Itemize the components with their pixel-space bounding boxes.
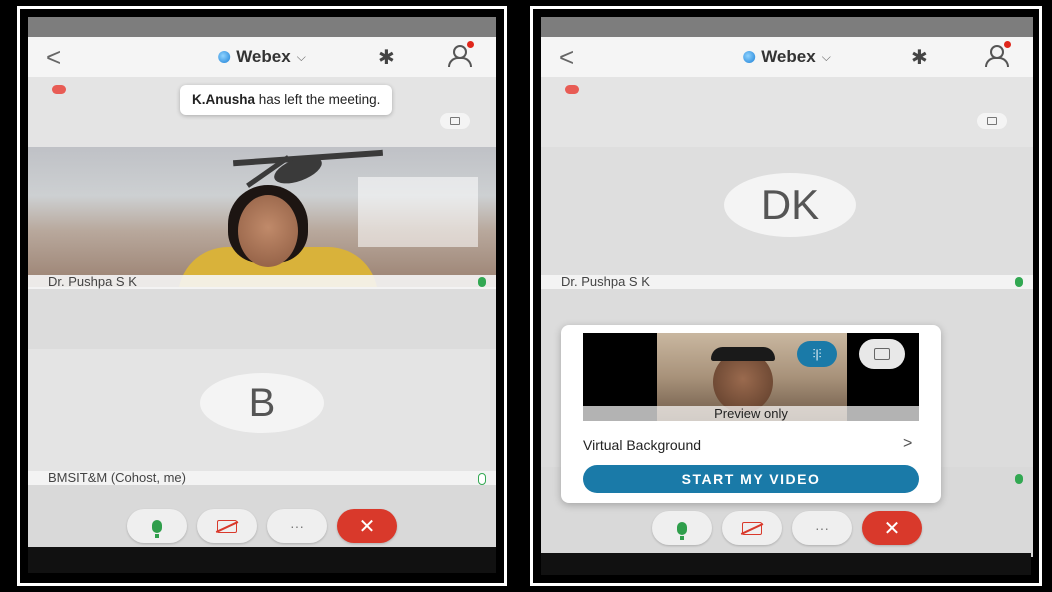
back-icon[interactable]: <	[46, 43, 61, 71]
chevron-down-icon: ⌵	[296, 49, 306, 64]
participant-name-bar: Dr. Pushpa S K	[28, 275, 496, 289]
gap-area	[28, 289, 496, 349]
app-title[interactable]: Webex ⌵	[218, 47, 306, 67]
more-icon: ···	[290, 518, 304, 534]
video-off-icon	[217, 519, 237, 533]
mute-button[interactable]	[652, 511, 712, 545]
app-title[interactable]: Webex ⌵	[743, 47, 831, 67]
end-call-button[interactable]: ✕	[862, 511, 922, 545]
left-screenshot-frame: < Webex ⌵ ✱ K.Anusha has left the meetin…	[17, 6, 507, 586]
notification-badge	[1004, 41, 1011, 48]
participant-left-toast: K.Anusha has left the meeting.	[180, 85, 393, 115]
end-call-button[interactable]: ✕	[337, 509, 397, 543]
participant-video[interactable]	[28, 147, 496, 287]
more-icon: ···	[815, 520, 829, 536]
meeting-controls: ··· ✕	[28, 509, 496, 545]
meeting-top-area	[541, 77, 1033, 147]
participant-name: Dr. Pushpa S K	[48, 274, 137, 289]
virtual-background-label: Virtual Background	[583, 437, 702, 453]
system-nav-bar	[541, 553, 1031, 575]
audio-wave-icon: ⫶|⫶	[812, 346, 822, 361]
more-button[interactable]: ···	[267, 509, 327, 543]
virtual-background-row[interactable]: Virtual Background	[583, 437, 701, 453]
avatar-initials: DK	[760, 181, 820, 228]
status-bar	[541, 17, 1033, 37]
right-screenshot-frame: < Webex ⌵ ✱ DK Dr. Pushpa S K ⫶|⫶ Previe…	[530, 6, 1042, 586]
end-call-icon: ✕	[358, 515, 376, 538]
preview-only-label: Preview only	[583, 406, 919, 421]
video-preview: ⫶|⫶ Preview only	[583, 333, 919, 421]
back-icon[interactable]: <	[559, 43, 574, 71]
webex-logo-icon	[743, 51, 756, 63]
meeting-controls: ··· ✕	[541, 511, 1033, 547]
end-call-icon: ✕	[883, 517, 901, 540]
chevron-down-icon: ⌵	[821, 49, 831, 64]
recording-icon	[565, 85, 579, 94]
layout-icon[interactable]	[440, 113, 470, 129]
camera-switch-icon	[874, 348, 890, 360]
bluetooth-icon[interactable]: ✱	[378, 45, 395, 70]
bluetooth-icon[interactable]: ✱	[911, 45, 928, 70]
chevron-right-icon[interactable]: >	[903, 435, 912, 453]
more-button[interactable]: ···	[792, 511, 852, 545]
participant-name-bar: Dr. Pushpa S K	[541, 275, 1033, 289]
participant-name: Dr. Pushpa S K	[561, 274, 650, 289]
app-name: Webex	[236, 47, 291, 66]
participants-icon[interactable]	[985, 41, 1011, 67]
mic-icon	[152, 519, 162, 538]
mic-on-icon	[1015, 277, 1023, 287]
mic-on-icon-self	[1015, 474, 1023, 484]
participants-icon[interactable]	[448, 41, 474, 67]
camera-switch-button[interactable]	[859, 339, 905, 369]
self-name: BMSIT&M (Cohost, me)	[48, 470, 186, 485]
status-bar	[28, 17, 496, 37]
participant-avatar: DK	[724, 173, 856, 237]
left-phone-screen: < Webex ⌵ ✱ K.Anusha has left the meetin…	[28, 17, 496, 573]
avatar-initial: B	[248, 380, 276, 425]
video-preview-card: ⫶|⫶ Preview only Virtual Background > ST…	[561, 325, 941, 503]
top-bar: < Webex ⌵ ✱	[28, 37, 496, 77]
mic-on-icon-self	[478, 473, 486, 485]
start-my-video-button[interactable]: START MY VIDEO	[583, 465, 919, 493]
audio-wave-button[interactable]: ⫶|⫶	[797, 341, 837, 367]
system-nav-bar	[28, 547, 496, 573]
video-button[interactable]	[722, 511, 782, 545]
video-button[interactable]	[197, 509, 257, 543]
participant-avatar: B	[200, 373, 324, 433]
webex-logo-icon	[218, 51, 231, 63]
right-phone-screen: < Webex ⌵ ✱ DK Dr. Pushpa S K ⫶|⫶ Previe…	[541, 17, 1033, 557]
recording-icon	[52, 85, 66, 94]
mic-icon	[677, 521, 687, 540]
layout-icon[interactable]	[977, 113, 1007, 129]
self-name-bar: BMSIT&M (Cohost, me)	[28, 471, 496, 485]
notification-badge	[467, 41, 474, 48]
mic-on-icon	[478, 277, 486, 287]
video-off-icon	[742, 521, 762, 535]
toast-message: has left the meeting.	[258, 92, 381, 107]
top-bar: < Webex ⌵ ✱	[541, 37, 1033, 77]
mute-button[interactable]	[127, 509, 187, 543]
toast-name: K.Anusha	[192, 92, 256, 107]
app-name: Webex	[761, 47, 816, 66]
